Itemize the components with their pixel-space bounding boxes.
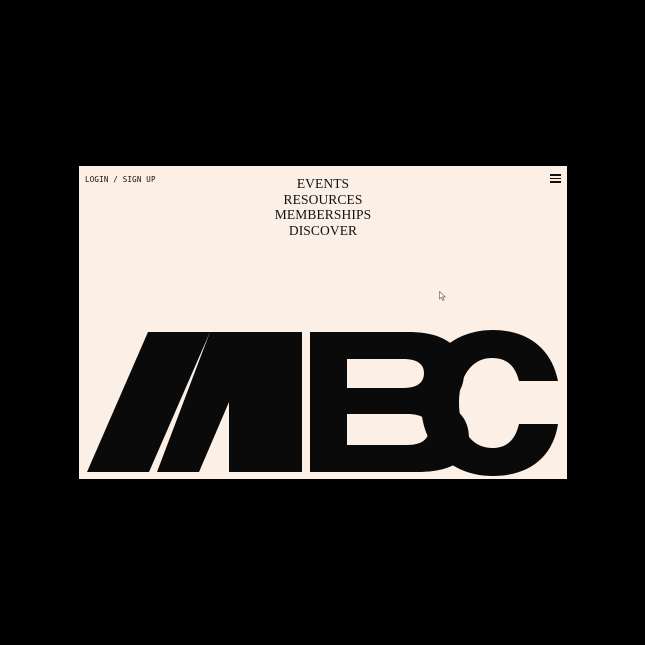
mbc-logo [87, 330, 558, 476]
screen-background: LOGIN / SIGN UP EVENTS RESOURCES MEMBERS… [0, 0, 645, 645]
browser-viewport: LOGIN / SIGN UP EVENTS RESOURCES MEMBERS… [79, 166, 567, 479]
